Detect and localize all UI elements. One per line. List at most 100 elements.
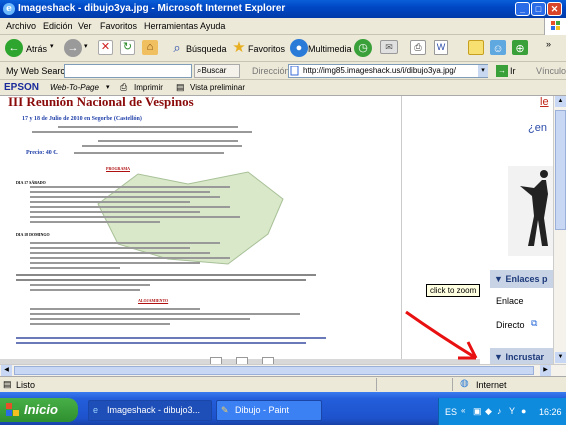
tray-shield-icon[interactable]: ◆ — [485, 406, 492, 417]
back-dropdown-icon[interactable]: ▾ — [50, 42, 54, 50]
directo-label: Directo — [496, 320, 525, 330]
system-tray: ES « ▣ ◆ ♪ Y ● 16:26 — [438, 398, 566, 425]
back-arrow-icon[interactable]: ← — [5, 39, 23, 57]
enlaces-header: ▼ Enlaces p — [490, 270, 553, 288]
doc-text-line — [30, 267, 120, 269]
ir-button[interactable]: Ir — [510, 66, 516, 76]
tray-speaker-icon[interactable]: ♪ — [497, 406, 502, 416]
sidebar-question: ¿en — [528, 122, 547, 134]
clock[interactable]: 16:26 — [539, 407, 562, 417]
url-input[interactable]: http://img85.imageshack.us/i/dibujo3ya.j… — [288, 64, 488, 78]
doc-text-line — [30, 257, 230, 259]
menu-ayuda[interactable]: Ayuda — [200, 21, 225, 31]
web-to-page-label[interactable]: Web-To-Page — [50, 83, 99, 92]
maximize-button[interactable]: □ — [531, 2, 546, 16]
tray-update-icon[interactable]: ● — [521, 406, 526, 416]
multimedia-label[interactable]: Multimedia — [308, 44, 352, 54]
menu-ver[interactable]: Ver — [78, 21, 92, 31]
doc-text-line — [30, 191, 210, 193]
hscroll-thumb[interactable] — [14, 366, 534, 375]
doc-heading: III Reunión Nacional de Vespinos — [8, 96, 194, 109]
imprimir-button[interactable]: Imprimir — [134, 83, 163, 92]
scroll-left-icon[interactable]: ◀ — [1, 365, 12, 376]
tray-app-icon[interactable]: Y — [509, 406, 515, 416]
doc-text-line — [74, 152, 224, 154]
webtopage-dropdown-icon[interactable]: ▾ — [106, 83, 110, 91]
doc-text-line — [58, 126, 238, 128]
edit-icon[interactable]: W — [434, 40, 448, 55]
doc-text-line — [30, 211, 200, 213]
sidebar-photo[interactable] — [508, 158, 553, 258]
favorites-label[interactable]: Favoritos — [248, 44, 285, 54]
print-icon[interactable]: ⎙ — [410, 40, 426, 55]
notes-icon[interactable] — [468, 40, 484, 55]
image-tool-button[interactable] — [236, 357, 248, 364]
myweb-label: My Web Search — [6, 66, 70, 76]
page-status-icon: ▤ — [3, 379, 12, 389]
url-dropdown-icon[interactable]: ▾ — [478, 65, 488, 77]
vinculos-label[interactable]: Vínculos — [536, 66, 566, 76]
forward-arrow-icon[interactable]: → — [64, 39, 82, 57]
scroll-down-icon[interactable]: ▼ — [555, 352, 566, 363]
start-button[interactable]: Inicio — [0, 398, 78, 422]
task-ie-window[interactable]: e Imageshack - dibujo3... — [88, 400, 212, 421]
close-button[interactable]: ✕ — [547, 2, 562, 16]
doc-text-line — [30, 318, 250, 320]
multimedia-icon[interactable]: ● — [290, 39, 308, 57]
doc-date-line: 17 y 18 de Julio de 2010 en Segorbe (Cas… — [22, 116, 142, 122]
forward-dropdown-icon[interactable]: ▾ — [84, 42, 88, 50]
doc-text-line — [32, 131, 252, 133]
collapse-triangle-icon[interactable]: ▼ — [494, 274, 503, 284]
go-arrow-icon[interactable]: → — [496, 65, 508, 77]
incrustar-title: Incrustar — [505, 352, 544, 362]
buscar-button[interactable]: ⌕Buscar — [194, 64, 240, 78]
scroll-up-icon[interactable]: ▲ — [555, 96, 566, 107]
ie-logo-icon: e — [3, 3, 15, 15]
menu-archivo[interactable]: Archivo — [6, 21, 36, 31]
collapse-triangle-icon[interactable]: ▼ — [494, 352, 503, 362]
doc-text-line — [30, 262, 200, 264]
doc-text-line — [30, 186, 230, 188]
doc-text-line — [30, 252, 210, 254]
toolbar-overflow-icon[interactable]: » — [546, 39, 551, 49]
back-label[interactable]: Atrás — [26, 44, 47, 54]
language-indicator[interactable]: ES — [445, 407, 457, 417]
stop-icon[interactable]: ✕ — [98, 40, 113, 55]
minimize-button[interactable]: _ — [515, 2, 530, 16]
refresh-icon[interactable]: ↻ — [120, 40, 135, 55]
task-paint-window[interactable]: ✎ Dibujo - Paint — [216, 400, 322, 421]
image-tool-button[interactable] — [262, 357, 274, 364]
ie-task-icon: e — [93, 405, 99, 415]
vertical-scrollbar[interactable]: ▲ ▼ — [553, 96, 566, 364]
sidebar-top-link[interactable]: le — [540, 96, 549, 108]
myweb-search-input[interactable] — [64, 64, 192, 78]
image-tool-button[interactable] — [210, 357, 222, 364]
document-image[interactable]: III Reunión Nacional de Vespinos 17 y 18… — [8, 96, 402, 359]
vscroll-thumb[interactable] — [555, 110, 566, 230]
menu-edicion[interactable]: Edición — [43, 21, 73, 31]
horizontal-scrollbar[interactable]: ◀ ▶ — [0, 364, 566, 376]
tray-network-icon[interactable]: ▣ — [473, 406, 482, 417]
home-icon[interactable]: ⌂ — [142, 40, 158, 55]
search-label[interactable]: Búsqueda — [186, 44, 227, 54]
messenger-icon[interactable]: ☺ — [490, 40, 506, 55]
doc-text-line — [16, 279, 306, 281]
windows-logo-icon — [544, 18, 566, 35]
directo-link-icon[interactable]: ⧉ — [531, 318, 537, 329]
menu-herramientas[interactable]: Herramientas — [144, 21, 198, 31]
vista-preliminar-button[interactable]: Vista preliminar — [190, 83, 245, 92]
menu-favoritos[interactable]: Favoritos — [100, 21, 137, 31]
favorites-star-icon[interactable]: ★ — [230, 39, 248, 57]
mail-icon[interactable]: ✉ — [380, 40, 398, 54]
history-icon[interactable]: ◷ — [354, 39, 372, 57]
scroll-right-icon[interactable]: ▶ — [540, 365, 551, 376]
search-icon[interactable]: ⌕ — [168, 39, 186, 57]
doc-day2: DIA 18 DOMINGO — [16, 232, 50, 237]
windows-flag-icon — [6, 403, 19, 416]
tray-chevron-icon[interactable]: « — [461, 406, 465, 415]
epson-brand: EPSON — [4, 82, 40, 93]
doc-text-line — [82, 145, 242, 147]
enlaces-title: Enlaces p — [505, 274, 548, 284]
doc-text-line — [30, 221, 160, 223]
research-icon[interactable]: ⊕ — [512, 40, 528, 55]
